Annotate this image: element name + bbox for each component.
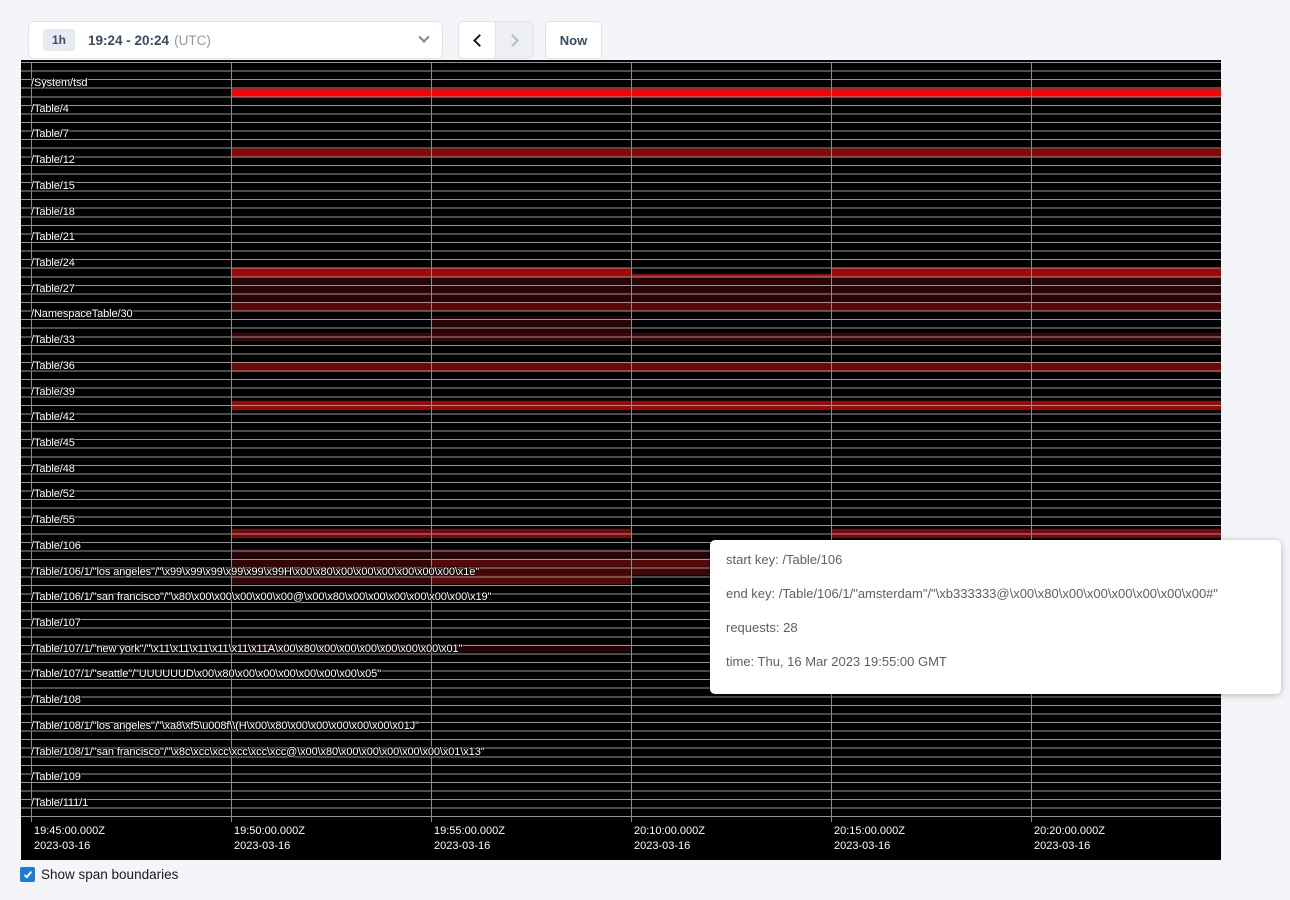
row-label: /Table/4 bbox=[31, 104, 69, 115]
time-gridline bbox=[1031, 62, 1032, 822]
row-label: /Table/39 bbox=[31, 387, 75, 398]
heat-band bbox=[231, 333, 1221, 341]
x-axis-tick-label: 20:15:00.000Z 2023-03-16 bbox=[834, 824, 905, 854]
row-label: /Table/111/1 bbox=[31, 798, 88, 809]
chevron-down-icon bbox=[418, 32, 429, 43]
row-label: /Table/106/1/"san francisco"/"\x80\x00\x… bbox=[31, 592, 491, 603]
row-label: /Table/108/1/"los angeles"/"\xa8\xf5\u00… bbox=[31, 721, 419, 732]
row-label: /Table/107/1/"new york"/"\x11\x11\x11\x1… bbox=[31, 644, 462, 655]
time-range-selector[interactable]: 1h 19:24 - 20:24 (UTC) bbox=[28, 21, 443, 59]
time-nav-group bbox=[458, 21, 534, 59]
heat-band bbox=[231, 401, 1221, 410]
chevron-left-icon bbox=[473, 34, 486, 47]
row-label: /Table/18 bbox=[31, 207, 75, 218]
tooltip-time: time: Thu, 16 Mar 2023 19:55:00 GMT bbox=[726, 655, 1265, 669]
row-label: /Table/108/1/"san francisco"/"\x8c\xcc\x… bbox=[31, 747, 485, 758]
heat-band bbox=[231, 149, 1221, 157]
now-button[interactable]: Now bbox=[545, 21, 602, 59]
row-label: /Table/21 bbox=[31, 232, 75, 243]
x-axis-tick-label: 20:10:00.000Z 2023-03-16 bbox=[634, 824, 705, 854]
row-label: /Table/27 bbox=[31, 284, 75, 295]
row-label: /Table/45 bbox=[31, 438, 75, 449]
heat-band bbox=[231, 558, 431, 567]
key-visualizer-page: 1h 19:24 - 20:24 (UTC) Now /System/tsd/T… bbox=[0, 0, 1290, 900]
tooltip-requests: requests: 28 bbox=[726, 621, 1265, 635]
row-label: /NamespaceTable/30 bbox=[31, 309, 133, 320]
row-label: /Table/7 bbox=[31, 129, 69, 140]
row-label: /Table/42 bbox=[31, 412, 75, 423]
row-label: /Table/107/1/"seattle"/"UUUUUUD\x00\x80\… bbox=[31, 669, 381, 680]
prev-time-button[interactable] bbox=[458, 21, 496, 59]
span-tooltip: start key: /Table/106 end key: /Table/10… bbox=[710, 540, 1281, 694]
row-label: /Table/24 bbox=[31, 258, 75, 269]
row-label: /Table/33 bbox=[31, 335, 75, 346]
row-label: /Table/106 bbox=[31, 541, 81, 552]
heat-band bbox=[231, 277, 1221, 302]
footer: Show span boundaries bbox=[20, 866, 178, 883]
row-label: /Table/109 bbox=[31, 772, 81, 783]
row-label: /Table/36 bbox=[31, 361, 75, 372]
row-label: /Table/107 bbox=[31, 618, 81, 629]
heat-band bbox=[231, 89, 1221, 97]
x-axis-tick-label: 19:45:00.000Z 2023-03-16 bbox=[34, 824, 105, 854]
x-axis-tick-label: 20:20:00.000Z 2023-03-16 bbox=[1034, 824, 1105, 854]
next-time-button-disabled[interactable] bbox=[496, 21, 534, 59]
time-gridline bbox=[231, 62, 232, 822]
row-label: /Table/106/1/"los angeles"/"\x99\x99\x99… bbox=[31, 567, 479, 578]
chevron-right-icon bbox=[506, 34, 519, 47]
row-label: /Table/48 bbox=[31, 464, 75, 475]
time-range-chip: 1h bbox=[43, 29, 75, 51]
time-gridline bbox=[631, 62, 632, 822]
time-range-timezone: (UTC) bbox=[174, 33, 211, 48]
heatmap-canvas[interactable]: /System/tsd/Table/4/Table/7/Table/12/Tab… bbox=[21, 60, 1221, 860]
row-label: /System/tsd bbox=[31, 78, 87, 89]
row-label: /Table/52 bbox=[31, 489, 75, 500]
checkmark-icon bbox=[23, 869, 31, 878]
tooltip-end-key: end key: /Table/106/1/"amsterdam"/"\xb33… bbox=[726, 587, 1265, 601]
time-gridline bbox=[431, 62, 432, 822]
row-label: /Table/108 bbox=[31, 695, 81, 706]
heat-band bbox=[831, 529, 1221, 538]
heat-band bbox=[431, 316, 631, 333]
row-label: /Table/15 bbox=[31, 181, 75, 192]
tooltip-start-key: start key: /Table/106 bbox=[726, 553, 1265, 567]
heat-band bbox=[231, 303, 1221, 311]
show-span-boundaries-checkbox[interactable] bbox=[20, 867, 35, 882]
x-axis-tick-label: 19:55:00.000Z 2023-03-16 bbox=[434, 824, 505, 854]
row-label: /Table/12 bbox=[31, 155, 75, 166]
row-label: /Table/55 bbox=[31, 515, 75, 526]
heat-band bbox=[831, 268, 1221, 277]
time-gridline bbox=[831, 62, 832, 822]
x-axis-tick-label: 19:50:00.000Z 2023-03-16 bbox=[234, 824, 305, 854]
heat-band bbox=[231, 363, 1221, 372]
show-span-boundaries-label: Show span boundaries bbox=[41, 866, 178, 883]
time-range-text: 19:24 - 20:24 bbox=[88, 33, 169, 48]
span-boundaries-layer bbox=[21, 62, 1221, 822]
